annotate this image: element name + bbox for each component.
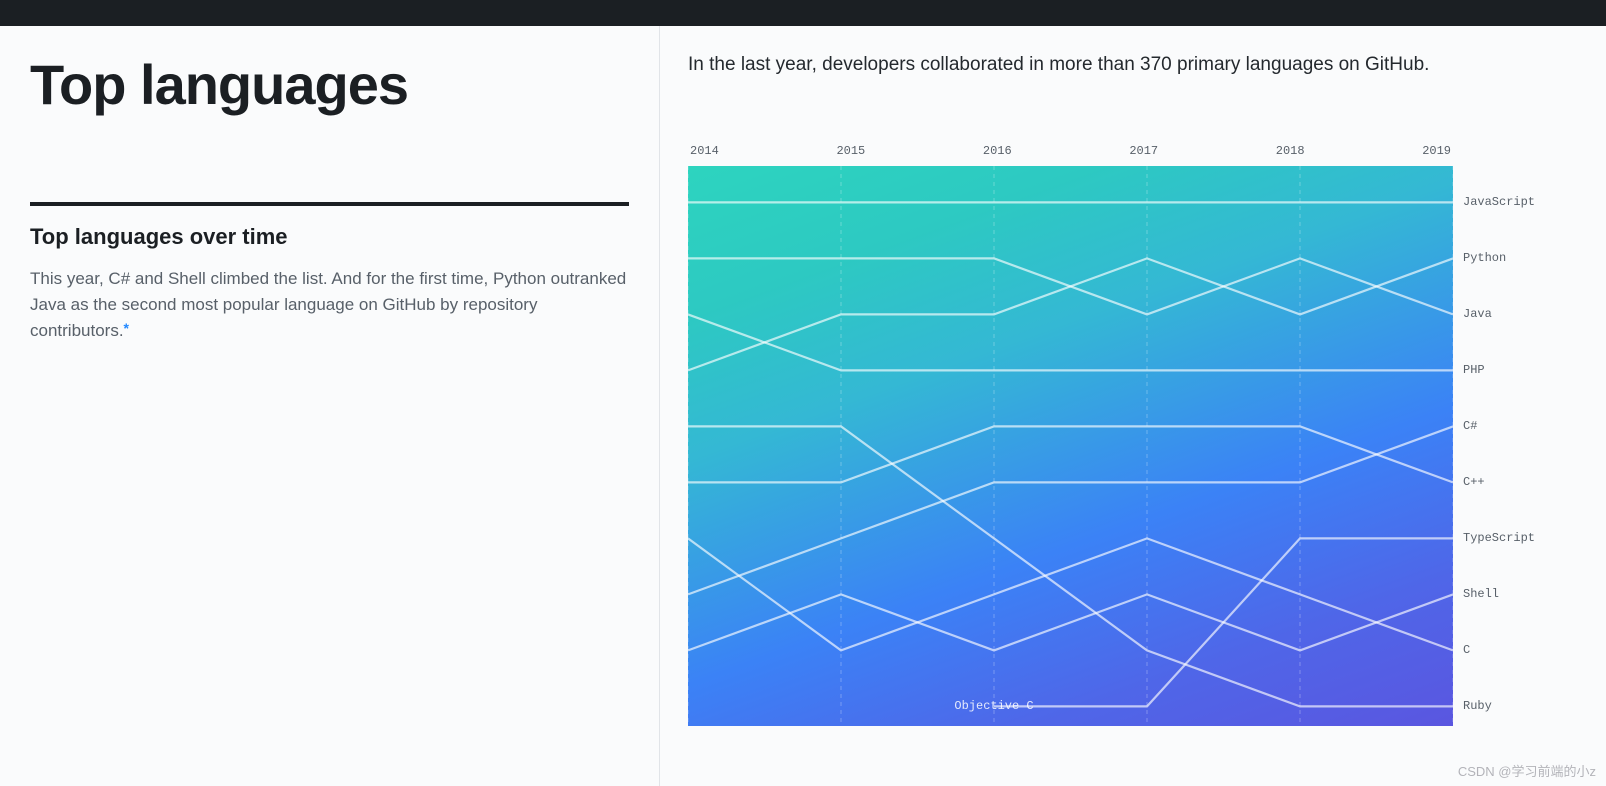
section-subheading: Top languages over time [30,224,629,250]
legend-item: Shell [1463,587,1499,601]
section-body: This year, C# and Shell climbed the list… [30,266,629,345]
section-body-text: This year, C# and Shell climbed the list… [30,269,626,341]
intro-text: In the last year, developers collaborate… [688,54,1586,76]
content: Top languages Top languages over time Th… [0,26,1606,786]
legend-item: PHP [1463,363,1485,377]
x-tick: 2017 [1129,144,1158,158]
right-column: In the last year, developers collaborate… [660,26,1606,786]
legend-item: JavaScript [1463,195,1535,209]
x-tick: 2016 [983,144,1012,158]
legend-item: Java [1463,307,1492,321]
page-title: Top languages [30,54,629,116]
legend-item: C# [1463,419,1477,433]
legend-item: C [1463,643,1470,657]
legend-item: TypeScript [1463,531,1535,545]
x-tick: 2015 [836,144,865,158]
x-tick: 2018 [1276,144,1305,158]
legend-item: Ruby [1463,699,1492,713]
left-column: Top languages Top languages over time Th… [0,26,660,786]
watermark: CSDN @学习前端的小z [1458,761,1596,780]
plot-area: Objective C [688,166,1453,726]
legend: JavaScript Python Java PHP C# C++ TypeScript Sh… [1463,166,1553,726]
x-tick: 2014 [690,144,719,158]
legend-item: C++ [1463,475,1485,489]
chart: 2014 2015 2016 2017 2018 2019 Objective C Jav… [688,144,1558,726]
footnote-link[interactable]: * [124,320,129,336]
divider [30,202,629,206]
x-axis: 2014 2015 2016 2017 2018 2019 [688,144,1453,166]
topbar [0,0,1606,26]
x-tick: 2019 [1422,144,1451,158]
legend-item: Python [1463,251,1506,265]
chart-lines [688,166,1453,726]
